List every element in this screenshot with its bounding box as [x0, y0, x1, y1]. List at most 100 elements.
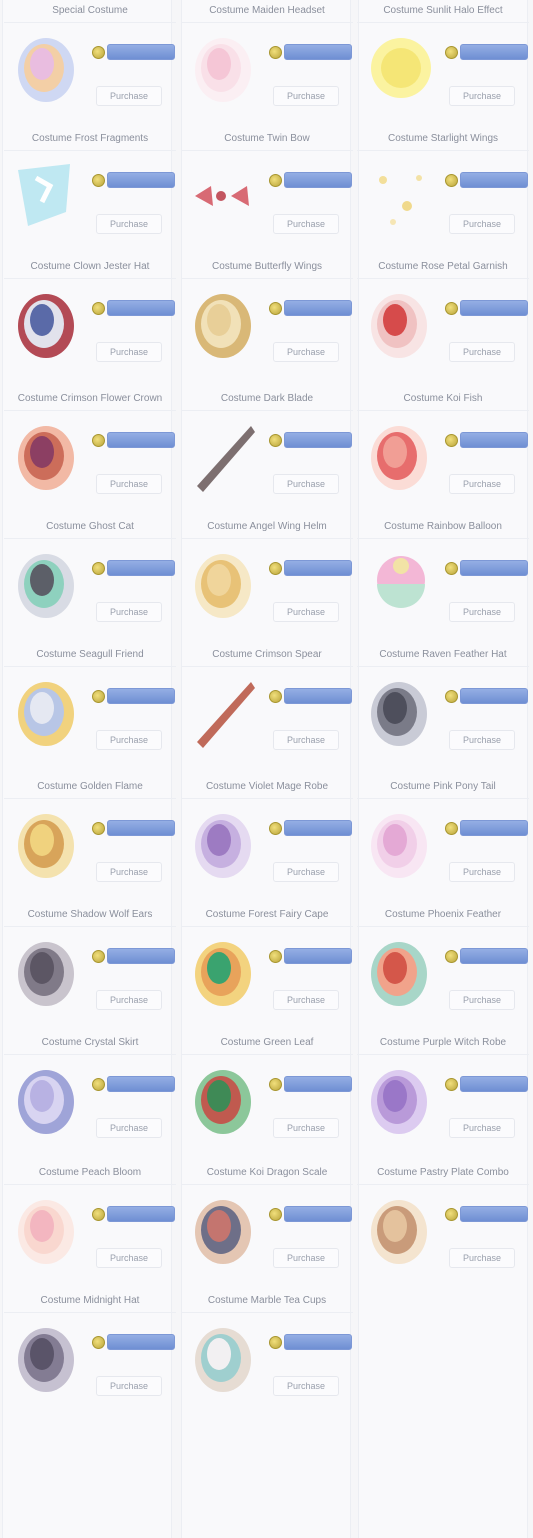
item-thumbnail[interactable]: [363, 672, 439, 756]
item-thumbnail[interactable]: [363, 932, 439, 1016]
item-card[interactable]: Costume Phoenix Feather Purchase: [357, 904, 529, 1026]
item-thumbnail[interactable]: [363, 284, 439, 368]
item-thumbnail[interactable]: [10, 416, 86, 500]
item-card[interactable]: Costume Clown Jester Hat Purchase: [4, 256, 176, 378]
purchase-button[interactable]: Purchase: [96, 474, 162, 494]
item-thumbnail[interactable]: [10, 28, 86, 112]
purchase-button[interactable]: Purchase: [449, 862, 515, 882]
item-card[interactable]: Costume Raven Feather Hat Purchase: [357, 644, 529, 766]
item-card[interactable]: Costume Midnight Hat Purchase: [4, 1290, 176, 1412]
buy-button[interactable]: [107, 432, 175, 448]
purchase-button[interactable]: Purchase: [449, 86, 515, 106]
item-thumbnail[interactable]: [187, 156, 263, 240]
purchase-button[interactable]: Purchase: [449, 342, 515, 362]
item-card[interactable]: Costume Koi Dragon Scale Purchase: [181, 1162, 353, 1284]
item-card[interactable]: Costume Pink Pony Tail Purchase: [357, 776, 529, 898]
buy-button[interactable]: [107, 172, 175, 188]
item-card[interactable]: Costume Koi Fish Purchase: [357, 388, 529, 510]
item-card[interactable]: Costume Golden Flame Purchase: [4, 776, 176, 898]
buy-button[interactable]: [460, 44, 528, 60]
purchase-button[interactable]: Purchase: [273, 862, 339, 882]
item-thumbnail[interactable]: [363, 28, 439, 112]
item-thumbnail[interactable]: [187, 932, 263, 1016]
item-card[interactable]: Costume Frost Fragments Purchase: [4, 128, 176, 250]
purchase-button[interactable]: Purchase: [449, 602, 515, 622]
purchase-button[interactable]: Purchase: [273, 1118, 339, 1138]
item-card[interactable]: Costume Crimson Flower Crown Purchase: [4, 388, 176, 510]
purchase-button[interactable]: Purchase: [96, 214, 162, 234]
buy-button[interactable]: [284, 1076, 352, 1092]
item-card[interactable]: Costume Butterfly Wings Purchase: [181, 256, 353, 378]
item-card[interactable]: Costume Violet Mage Robe Purchase: [181, 776, 353, 898]
item-thumbnail[interactable]: [363, 1190, 439, 1274]
purchase-button[interactable]: Purchase: [273, 1248, 339, 1268]
item-card[interactable]: Costume Forest Fairy Cape Purchase: [181, 904, 353, 1026]
buy-button[interactable]: [460, 172, 528, 188]
buy-button[interactable]: [284, 172, 352, 188]
buy-button[interactable]: [460, 432, 528, 448]
purchase-button[interactable]: Purchase: [449, 474, 515, 494]
item-thumbnail[interactable]: [187, 28, 263, 112]
item-card[interactable]: Costume Angel Wing Helm Purchase: [181, 516, 353, 638]
buy-button[interactable]: [284, 432, 352, 448]
buy-button[interactable]: [107, 560, 175, 576]
buy-button[interactable]: [284, 44, 352, 60]
purchase-button[interactable]: Purchase: [273, 602, 339, 622]
purchase-button[interactable]: Purchase: [449, 730, 515, 750]
purchase-button[interactable]: Purchase: [273, 86, 339, 106]
item-thumbnail[interactable]: [10, 932, 86, 1016]
buy-button[interactable]: [107, 1334, 175, 1350]
item-card[interactable]: Costume Crystal Skirt Purchase: [4, 1032, 176, 1154]
buy-button[interactable]: [284, 820, 352, 836]
item-thumbnail[interactable]: [363, 544, 439, 628]
item-thumbnail[interactable]: [10, 156, 86, 240]
item-thumbnail[interactable]: [187, 804, 263, 888]
buy-button[interactable]: [284, 948, 352, 964]
purchase-button[interactable]: Purchase: [96, 1248, 162, 1268]
item-thumbnail[interactable]: [187, 284, 263, 368]
buy-button[interactable]: [284, 688, 352, 704]
purchase-button[interactable]: Purchase: [273, 1376, 339, 1396]
purchase-button[interactable]: Purchase: [273, 474, 339, 494]
item-thumbnail[interactable]: [363, 416, 439, 500]
buy-button[interactable]: [107, 1206, 175, 1222]
buy-button[interactable]: [460, 820, 528, 836]
item-card[interactable]: Costume Shadow Wolf Ears Purchase: [4, 904, 176, 1026]
item-thumbnail[interactable]: [10, 672, 86, 756]
purchase-button[interactable]: Purchase: [96, 1376, 162, 1396]
buy-button[interactable]: [284, 1334, 352, 1350]
item-thumbnail[interactable]: [363, 804, 439, 888]
purchase-button[interactable]: Purchase: [273, 342, 339, 362]
purchase-button[interactable]: Purchase: [273, 214, 339, 234]
buy-button[interactable]: [107, 948, 175, 964]
buy-button[interactable]: [460, 688, 528, 704]
item-thumbnail[interactable]: [187, 544, 263, 628]
item-card[interactable]: Costume Starlight Wings Purchase: [357, 128, 529, 250]
buy-button[interactable]: [460, 300, 528, 316]
item-card[interactable]: Costume Dark Blade Purchase: [181, 388, 353, 510]
item-card[interactable]: Costume Twin Bow Purchase: [181, 128, 353, 250]
purchase-button[interactable]: Purchase: [96, 990, 162, 1010]
item-card[interactable]: Costume Crimson Spear Purchase: [181, 644, 353, 766]
purchase-button[interactable]: Purchase: [449, 1118, 515, 1138]
buy-button[interactable]: [460, 948, 528, 964]
item-thumbnail[interactable]: [10, 1060, 86, 1144]
buy-button[interactable]: [107, 688, 175, 704]
item-card[interactable]: Costume Marble Tea Cups Purchase: [181, 1290, 353, 1412]
buy-button[interactable]: [284, 300, 352, 316]
item-card[interactable]: Costume Sunlit Halo Effect Purchase: [357, 0, 529, 122]
item-thumbnail[interactable]: [10, 1190, 86, 1274]
item-thumbnail[interactable]: [187, 416, 263, 500]
buy-button[interactable]: [107, 820, 175, 836]
buy-button[interactable]: [107, 44, 175, 60]
item-thumbnail[interactable]: [187, 672, 263, 756]
purchase-button[interactable]: Purchase: [273, 990, 339, 1010]
purchase-button[interactable]: Purchase: [96, 730, 162, 750]
item-card[interactable]: Costume Green Leaf Purchase: [181, 1032, 353, 1154]
purchase-button[interactable]: Purchase: [273, 730, 339, 750]
purchase-button[interactable]: Purchase: [96, 602, 162, 622]
item-thumbnail[interactable]: [187, 1318, 263, 1402]
item-card[interactable]: Costume Rainbow Balloon Purchase: [357, 516, 529, 638]
item-thumbnail[interactable]: [10, 1318, 86, 1402]
item-card[interactable]: Costume Peach Bloom Purchase: [4, 1162, 176, 1284]
